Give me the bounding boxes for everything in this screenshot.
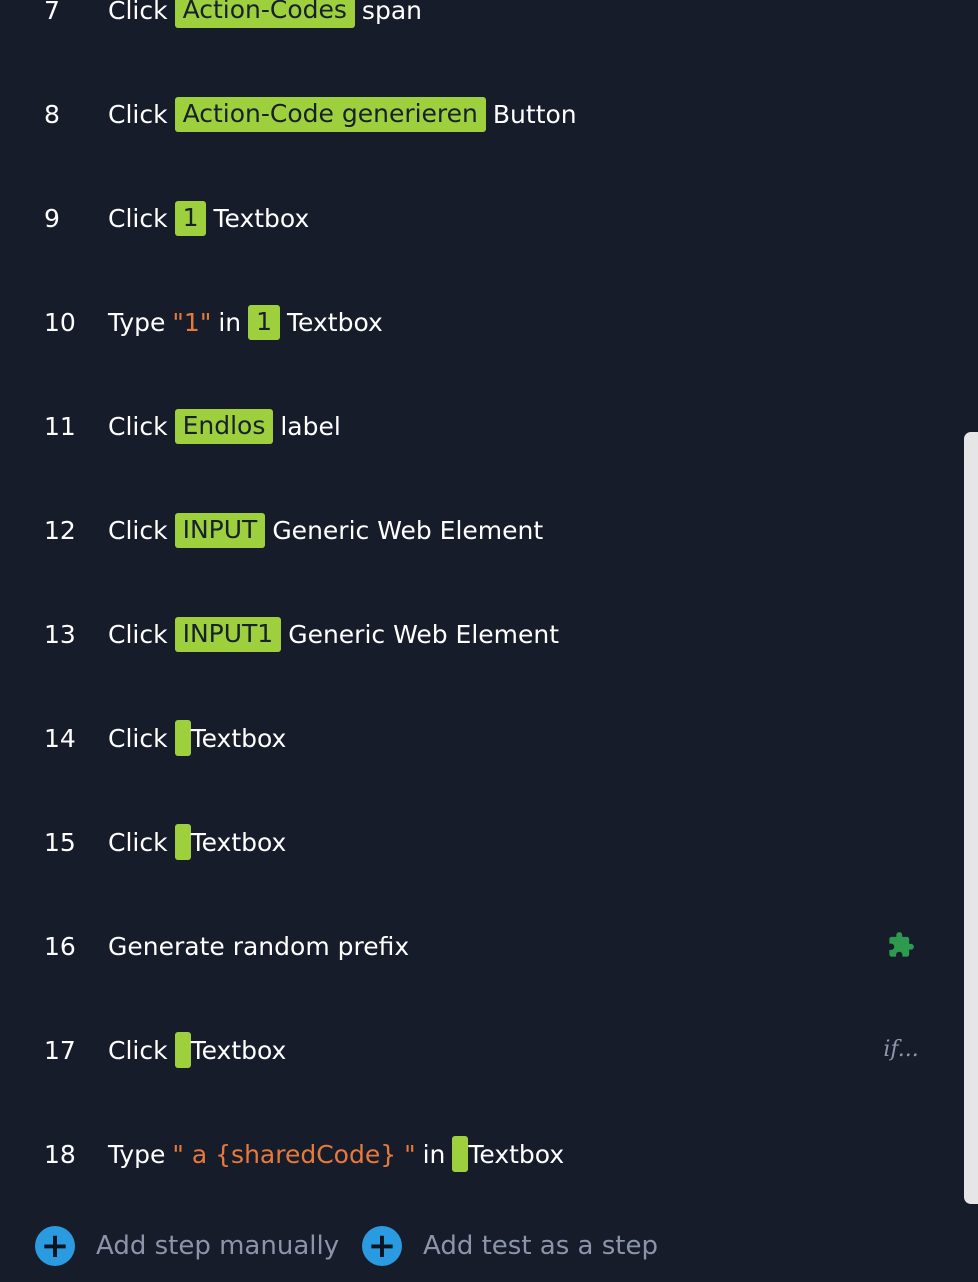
- step-row[interactable]: 16 Generate random prefix: [0, 924, 964, 968]
- element-chip[interactable]: 1: [248, 304, 281, 340]
- add-step-manually-label: Add step manually: [96, 1231, 340, 1261]
- step-description: Click INPUT Generic Web Element: [108, 512, 544, 548]
- step-number: 8: [44, 99, 60, 129]
- step-text: Button: [492, 99, 577, 129]
- step-text: span: [361, 0, 422, 25]
- step-text: Click: [108, 515, 168, 545]
- step-description: Click Endlos label: [108, 408, 341, 444]
- step-row[interactable]: 11 Click Endlos label: [0, 404, 964, 448]
- element-chip[interactable]: [174, 824, 191, 860]
- element-chip[interactable]: 1: [174, 200, 207, 236]
- plus-icon: +: [35, 1226, 75, 1266]
- step-text: Click: [108, 99, 168, 129]
- step-number: 10: [44, 307, 76, 337]
- typed-value: "1": [172, 307, 212, 337]
- step-number: 9: [44, 203, 60, 233]
- step-row[interactable]: 8 Click Action-Code generieren Button: [0, 92, 964, 136]
- step-row[interactable]: 13 Click INPUT1 Generic Web Element: [0, 612, 964, 656]
- step-number: 16: [44, 931, 76, 961]
- step-number: 13: [44, 619, 76, 649]
- step-text: Textbox: [287, 307, 383, 337]
- step-row[interactable]: 10 Type "1" in 1 Textbox: [0, 300, 964, 344]
- step-description: Click 1 Textbox: [108, 200, 310, 236]
- test-steps-page: 7 Click Action-Codes span 8 Click Action-Code …: [0, 0, 978, 1282]
- element-chip[interactable]: INPUT1: [174, 616, 282, 652]
- step-number: 11: [44, 411, 76, 441]
- step-row[interactable]: 7 Click Action-Codes span: [0, 0, 964, 32]
- step-text: Click: [108, 411, 168, 441]
- element-chip[interactable]: INPUT: [174, 512, 266, 548]
- element-chip[interactable]: Endlos: [174, 408, 274, 444]
- step-text: in: [218, 307, 242, 337]
- step-description: Type " a {sharedCode} " in Textbox: [108, 1136, 564, 1172]
- step-row[interactable]: 12 Click INPUT Generic Web Element: [0, 508, 964, 552]
- step-description: Generate random prefix: [108, 932, 409, 961]
- step-description: Click INPUT1 Generic Web Element: [108, 616, 560, 652]
- step-row[interactable]: 17 Click Textbox if...: [0, 1028, 964, 1072]
- puzzle-icon[interactable]: [886, 930, 916, 960]
- step-text: Click: [108, 827, 168, 857]
- plus-icon: +: [362, 1226, 402, 1266]
- step-row[interactable]: 9 Click 1 Textbox: [0, 196, 964, 240]
- step-text: Textbox: [213, 203, 310, 233]
- step-text: Click: [108, 203, 168, 233]
- element-chip[interactable]: [174, 720, 191, 756]
- footer-actions: + Add step manually + Add test as a step: [0, 1222, 978, 1272]
- element-chip[interactable]: [174, 1032, 191, 1068]
- step-description: Click Action-Code generieren Button: [108, 96, 577, 132]
- step-text: Click: [108, 619, 168, 649]
- step-text: Type: [108, 307, 166, 337]
- step-row[interactable]: 14 Click Textbox: [0, 716, 964, 760]
- add-test-as-step-button[interactable]: + Add test as a step: [362, 1222, 658, 1270]
- step-description: Click Textbox: [108, 720, 286, 756]
- element-chip[interactable]: Action-Codes: [174, 0, 355, 28]
- step-text: Generic Web Element: [288, 619, 560, 649]
- add-test-as-step-label: Add test as a step: [423, 1231, 658, 1261]
- step-description: Type "1" in 1 Textbox: [108, 304, 383, 340]
- step-text: in: [422, 1139, 446, 1169]
- step-number: 12: [44, 515, 76, 545]
- step-number: 15: [44, 827, 76, 857]
- step-text: Textbox: [190, 827, 287, 857]
- step-text: Click: [108, 0, 168, 25]
- step-number: 7: [44, 0, 60, 25]
- scrollbar[interactable]: [964, 432, 978, 1204]
- step-text: label: [280, 411, 341, 441]
- step-row[interactable]: 18 Type " a {sharedCode} " in Textbox: [0, 1132, 964, 1176]
- step-description: Click Action-Codes span: [108, 0, 422, 28]
- element-chip[interactable]: [452, 1136, 469, 1172]
- step-text: Generate random prefix: [108, 931, 410, 961]
- step-number: 18: [44, 1139, 76, 1169]
- element-chip[interactable]: Action-Code generieren: [174, 96, 486, 132]
- step-text: Textbox: [190, 723, 287, 753]
- step-text: Click: [108, 1035, 168, 1065]
- typed-value: " a {sharedCode} ": [172, 1139, 416, 1169]
- step-number: 14: [44, 723, 76, 753]
- step-text: Click: [108, 723, 168, 753]
- step-text: Textbox: [468, 1139, 565, 1169]
- step-number: 17: [44, 1035, 76, 1065]
- add-step-manually-button[interactable]: + Add step manually: [35, 1222, 339, 1270]
- step-text: Type: [108, 1139, 166, 1169]
- step-description: Click Textbox: [108, 824, 286, 860]
- step-description: Click Textbox: [108, 1032, 286, 1068]
- step-row[interactable]: 15 Click Textbox: [0, 820, 964, 864]
- if-condition-icon[interactable]: if...: [883, 1034, 918, 1064]
- step-text: Textbox: [190, 1035, 287, 1065]
- step-text: Generic Web Element: [272, 515, 544, 545]
